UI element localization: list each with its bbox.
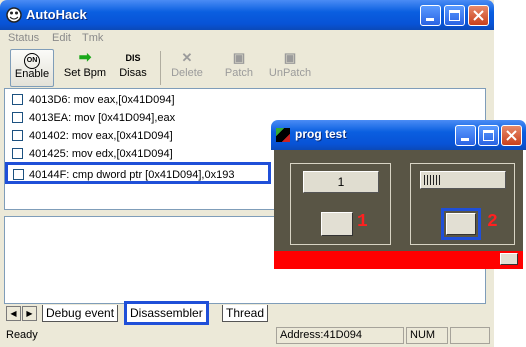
prog-title-bar[interactable]: prog test [271,120,526,150]
prog-maximize-button[interactable] [478,125,499,146]
progress-field [420,171,506,189]
dis-icon: DIS [125,53,141,63]
row-text: 4013EA: mov [0x41D094],eax [29,112,176,124]
minimize-icon [461,138,469,141]
menu-edit[interactable]: Edit [52,32,71,44]
prog-minimize-button[interactable] [455,125,476,146]
toolbar: ON Enable ➡ Set Bpm DIS Disas ✕ Delete ▣… [2,49,492,87]
close-button[interactable] [468,5,489,26]
marker-1: 1 [357,212,368,232]
menu-status[interactable]: Status [8,32,39,44]
row-text: 401402: mov eax,[0x41D094] [29,130,173,142]
tab-thread[interactable]: Thread [222,305,269,322]
set-bpm-label: Set Bpm [63,67,107,79]
red-status-bar [274,251,523,269]
prog-close-button[interactable] [501,125,522,146]
set-bpm-button[interactable]: ➡ Set Bpm [60,49,110,87]
row-checkbox[interactable] [12,148,23,159]
enable-button[interactable]: ON Enable [10,49,54,87]
on-icon: ON [11,50,53,69]
prog-body: 1 1 2 [274,150,523,269]
x-icon: ✕ [181,50,193,65]
list-item[interactable]: 4013D6: mov eax,[0x41D094] [7,91,483,109]
value-field[interactable]: 1 [303,171,379,193]
unpatch-icon: ▣ [283,50,297,65]
row-checkbox[interactable] [12,130,23,141]
right-group-frame: 2 [410,163,515,245]
minimize-icon [426,18,434,21]
close-icon [473,10,484,21]
row-checkbox[interactable] [12,94,23,105]
list-item-highlighted[interactable]: 40144F: cmp dword ptr [0x41D094],0x193 [5,162,271,184]
window-title: AutoHack [26,7,87,22]
maximize-icon [449,10,460,21]
row-text: 4013D6: mov eax,[0x41D094] [29,94,175,106]
progress-fill [424,175,440,185]
marker-2: 2 [487,212,498,232]
button-2[interactable] [446,213,476,235]
delete-label: Delete [171,67,203,79]
tab-strip: ◀ ▶ Debug event Disassembler Thread [4,301,486,325]
resize-button[interactable] [500,253,518,265]
tab-scroll-right-button[interactable]: ▶ [22,306,37,321]
tab-debug-event[interactable]: Debug event [42,305,119,322]
close-icon [506,130,517,141]
status-num: NUM [406,327,448,344]
status-address: Address:41D094 [276,327,404,344]
prog-window-title: prog test [295,127,347,141]
menu-bar: Status Edit Tmk [0,30,494,48]
patch-label: Patch [224,67,254,79]
maximize-button[interactable] [444,5,465,26]
unpatch-label: UnPatch [268,67,312,79]
button-1[interactable] [321,212,353,236]
minimize-button[interactable] [420,5,441,26]
prog-test-window: prog test 1 1 2 [271,120,526,272]
disas-label: Disas [119,67,147,79]
left-group-frame: 1 1 [290,163,391,245]
app-icon [6,7,22,23]
disas-button[interactable]: DIS Disas [108,49,158,87]
row-text: 40144F: cmp dword ptr [0x41D094],0x193 [29,169,235,181]
green-arrow-icon: ➡ [78,49,92,66]
tab-disassembler[interactable]: Disassembler [124,301,209,325]
status-empty [450,327,490,344]
status-ready: Ready [6,329,38,341]
menu-tmk[interactable]: Tmk [82,32,103,44]
row-checkbox[interactable] [12,112,23,123]
delete-button[interactable]: ✕ Delete [162,49,212,87]
row-text: 401425: mov edx,[0x41D094] [29,148,173,160]
patch-icon: ▣ [232,50,246,65]
enable-label: Enable [14,68,50,80]
unpatch-button[interactable]: ▣ UnPatch [264,49,316,87]
toolbar-separator [160,51,161,85]
prog-app-icon [276,128,290,142]
patch-button[interactable]: ▣ Patch [214,49,264,87]
title-bar[interactable]: AutoHack [0,0,494,30]
tab-scroll-left-button[interactable]: ◀ [6,306,21,321]
maximize-icon [483,130,494,141]
status-bar: Ready Address:41D094 NUM [0,325,494,347]
row-checkbox[interactable] [13,169,24,180]
